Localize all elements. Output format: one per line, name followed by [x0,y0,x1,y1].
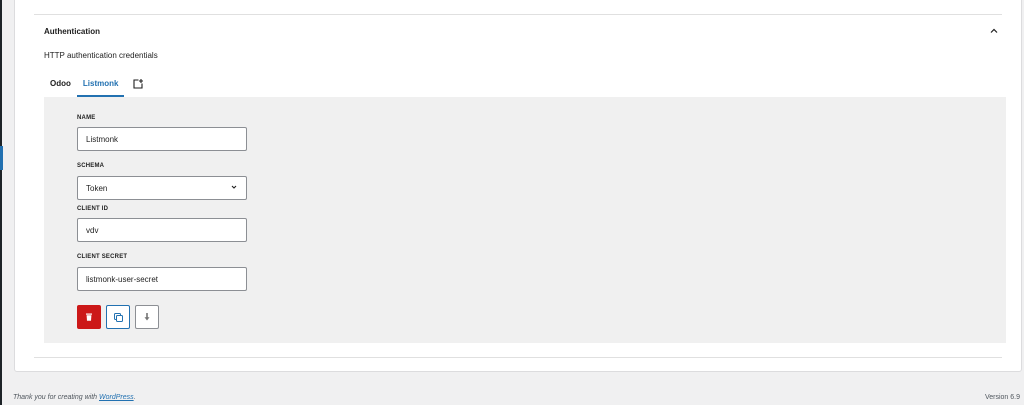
credential-actions [77,305,159,329]
copy-button[interactable] [106,305,130,329]
download-button[interactable] [135,305,159,329]
name-input[interactable] [77,127,247,151]
chevron-down-icon [230,183,238,193]
schema-select[interactable]: Token [77,176,247,200]
download-icon [144,313,150,321]
admin-sidebar-indicator [0,146,3,170]
schema-label: SCHEMA [77,163,105,169]
copy-icon [113,312,123,322]
client-id-input[interactable] [77,218,247,242]
bottom-divider [34,357,1002,358]
chevron-up-icon[interactable] [988,25,1000,37]
client-secret-input[interactable] [77,267,247,291]
schema-selected-value: Token [86,183,108,193]
client-id-label: CLIENT ID [77,206,109,212]
panel-description: HTTP authentication credentials [44,51,158,60]
credential-form: NAME SCHEMA Token CLIENT ID CLIENT SECRE… [44,97,1006,343]
name-label: NAME [77,115,96,121]
settings-card: Authentication HTTP authentication crede… [14,0,1022,372]
tab-odoo[interactable]: Odoo [44,73,77,97]
tab-listmonk[interactable]: Listmonk [76,73,125,97]
delete-button[interactable] [77,305,101,329]
footer-thanks-prefix: Thank you for creating with [13,394,99,401]
footer-thanks-suffix: . [133,394,136,401]
footer-thanks: Thank you for creating with WordPress. [13,394,136,401]
footer-version: Version 6.9 [984,394,1020,401]
authentication-panel-header[interactable]: Authentication [44,23,1000,39]
wordpress-link[interactable]: WordPress [99,394,134,401]
credential-tabs: Odoo Listmonk [44,73,148,97]
admin-sidebar-edge [0,0,2,405]
client-secret-label: CLIENT SECRET [77,254,128,260]
top-divider [34,14,1002,15]
add-tab-icon[interactable] [128,74,148,94]
trash-icon [86,313,92,321]
panel-title: Authentication [44,26,100,36]
